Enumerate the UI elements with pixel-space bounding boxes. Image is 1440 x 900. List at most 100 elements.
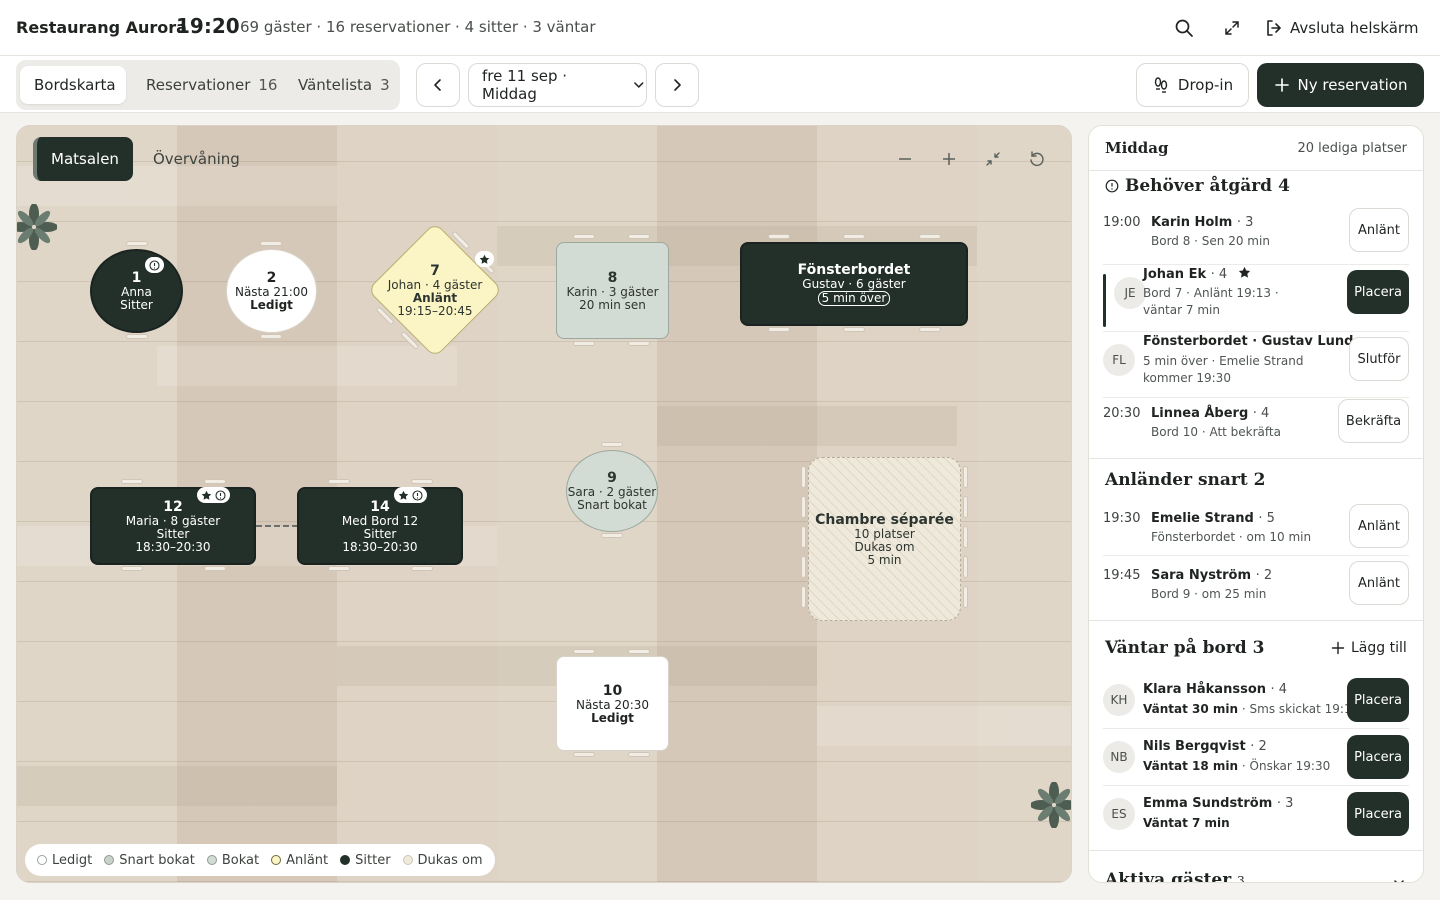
- row-meta: 5 min över · Emelie Strand: [1143, 354, 1304, 368]
- party-size: · 3: [1236, 215, 1254, 230]
- avatar: KH: [1103, 684, 1135, 716]
- legend-item: Bokat: [206, 852, 260, 868]
- next-date-button[interactable]: [655, 63, 699, 107]
- waiting-row-klara[interactable]: KH Klara Håkansson · 4 Väntat 30 min · S…: [1103, 678, 1409, 724]
- legend-label: Snart bokat: [119, 852, 195, 868]
- chair: [126, 334, 148, 339]
- arrived-button[interactable]: Anlänt: [1349, 208, 1409, 252]
- action-row-karin[interactable]: 19:00 Karin Holm · 3 Bord 8 · Sen 20 min…: [1103, 208, 1409, 258]
- room-tab-matsalen[interactable]: Matsalen: [33, 137, 133, 181]
- new-reservation-button[interactable]: Ny reservation: [1257, 63, 1424, 107]
- table-time: 18:30–20:30: [342, 539, 418, 554]
- reset-view-button[interactable]: [1024, 146, 1050, 172]
- party-size: · 3: [1276, 796, 1294, 811]
- drop-in-button[interactable]: Drop-in: [1136, 63, 1249, 107]
- seat-button[interactable]: Placera: [1347, 735, 1409, 779]
- row-time: 20:30: [1103, 406, 1141, 421]
- legend-item: Dukas om: [402, 853, 483, 868]
- table-guest: Gustav · 6 gäster: [802, 277, 906, 291]
- expand-icon: [1225, 21, 1239, 35]
- table-1[interactable]: 1 Anna Sitter: [90, 249, 183, 333]
- table-10[interactable]: 10 Nästa 20:30 Ledigt: [556, 656, 669, 751]
- exit-fullscreen-button[interactable]: Avsluta helskärm: [1264, 12, 1418, 44]
- previous-date-button[interactable]: [416, 63, 460, 107]
- tab-reservationer[interactable]: Reservationer 16: [132, 66, 291, 104]
- zoom-in-button[interactable]: [936, 146, 962, 172]
- tab-bordskarta[interactable]: Bordskarta: [20, 66, 126, 104]
- action-row-fonsterbordet[interactable]: FL Fönsterbordet · Gustav Lund 5 min öve…: [1103, 333, 1409, 395]
- chair: [628, 752, 650, 757]
- alert-icon: [215, 489, 226, 501]
- table-9[interactable]: 9 Sara · 2 gäster Snart bokat: [566, 450, 658, 532]
- section-needs-action-title: Behöver åtgärd 4: [1105, 176, 1290, 196]
- chevron-right-icon: [674, 79, 681, 91]
- wait-time: Väntat 7 min: [1143, 816, 1230, 830]
- arrived-button[interactable]: Anlänt: [1349, 504, 1409, 548]
- service-panel: Middag 20 lediga platser Behöver åtgärd …: [1088, 125, 1424, 883]
- waiting-row-emma[interactable]: ES Emma Sundström · 3 Väntat 7 min Place…: [1103, 792, 1409, 838]
- add-waitlist-label: Lägg till: [1351, 640, 1407, 656]
- floor-plan[interactable]: Matsalen Övervåning 1 Anna Sitter 2 Näst…: [16, 125, 1072, 883]
- table-14[interactable]: 14 Med Bord 12 Sitter 18:30–20:30: [297, 487, 463, 565]
- drop-in-label: Drop-in: [1177, 76, 1234, 94]
- row-time: 19:00: [1103, 215, 1141, 230]
- chevron-down-icon[interactable]: [1392, 876, 1406, 883]
- table-number: 12: [163, 498, 183, 515]
- table-12[interactable]: 12 Maria · 8 gäster Sitter 18:30–20:30: [90, 487, 256, 565]
- arriving-row-emelie[interactable]: 19:30 Emelie Strand · 5 Fönsterbordet · …: [1103, 504, 1409, 554]
- wait-time: Väntat 18 min: [1143, 759, 1239, 773]
- zoom-out-button[interactable]: [892, 146, 918, 172]
- section-active-title[interactable]: Aktiva gäster 3: [1105, 870, 1245, 882]
- action-row-linnea[interactable]: 20:30 Linnea Åberg · 4 Bord 10 · Att bek…: [1103, 399, 1409, 448]
- search-button[interactable]: [1168, 12, 1200, 44]
- arriving-row-sara[interactable]: 19:45 Sara Nyström · 2 Bord 9 · om 25 mi…: [1103, 561, 1409, 611]
- row-meta: Fönsterbordet · om 10 min: [1151, 530, 1312, 544]
- legend-dot: [271, 855, 282, 865]
- panel-title: Middag: [1105, 139, 1169, 157]
- table-fonsterbordet[interactable]: Fönsterbordet Gustav · 6 gäster 5 min öv…: [740, 242, 968, 326]
- chair: [963, 556, 968, 578]
- table-8[interactable]: 8 Karin · 3 gäster 20 min sen: [556, 242, 669, 339]
- action-row-johan[interactable]: JE Johan Ek · 4 Bord 7 · Anlänt 19:13 · …: [1103, 266, 1409, 328]
- party-size: · 2: [1250, 739, 1267, 754]
- waiting-row-nils[interactable]: NB Nils Bergqvist · 2 Väntat 18 min · Ön…: [1103, 735, 1409, 781]
- legend-dot: [104, 855, 115, 865]
- tab-vantelista[interactable]: Väntelista 3: [284, 66, 404, 104]
- row-time: 19:45: [1103, 568, 1141, 583]
- guest-name: Johan Ek: [1143, 267, 1207, 282]
- chair: [573, 752, 595, 757]
- star-icon: [1238, 266, 1250, 278]
- confirm-button[interactable]: Bekräfta: [1338, 399, 1409, 443]
- star-icon: [201, 490, 212, 500]
- chair: [628, 234, 650, 239]
- fit-view-button[interactable]: [980, 146, 1006, 172]
- legend-dot: [402, 855, 413, 865]
- table-status: Ledigt: [250, 298, 293, 312]
- complete-button[interactable]: Slutför: [1349, 337, 1409, 381]
- table-2[interactable]: 2 Nästa 21:00 Ledigt: [226, 249, 317, 333]
- legend-label: Bokat: [221, 852, 260, 868]
- fullscreen-toggle-button[interactable]: [1216, 12, 1248, 44]
- exit-fullscreen-label: Avsluta helskärm: [1290, 19, 1419, 37]
- table-guest: Maria · 8 gäster: [125, 513, 221, 528]
- table-alert-badge: [145, 257, 164, 273]
- chair: [919, 234, 941, 239]
- add-waitlist-button[interactable]: Lägg till: [1331, 640, 1407, 656]
- table-status: 20 min sen: [579, 297, 646, 312]
- chair: [121, 566, 143, 571]
- section-divider: [1089, 170, 1423, 171]
- section-count: 4: [1278, 176, 1290, 196]
- view-tabs: Bordskarta Reservationer 16 Väntelista 3: [16, 60, 400, 110]
- row-divider: [1103, 264, 1409, 265]
- alert-icon: [149, 259, 160, 271]
- chair: [204, 479, 226, 484]
- date-service-select[interactable]: fre 11 sep · Middag: [468, 63, 647, 107]
- seat-button[interactable]: Placera: [1347, 270, 1409, 314]
- table-chambre-separee[interactable]: Chambre séparée 10 platser Dukas om 5 mi…: [808, 457, 961, 621]
- room-tab-overvaning[interactable]: Övervåning: [139, 137, 254, 181]
- chair: [963, 466, 968, 488]
- arrived-button[interactable]: Anlänt: [1349, 561, 1409, 605]
- seat-button[interactable]: Placera: [1347, 678, 1409, 722]
- table-status: Sitter: [120, 298, 153, 312]
- seat-button[interactable]: Placera: [1347, 792, 1409, 836]
